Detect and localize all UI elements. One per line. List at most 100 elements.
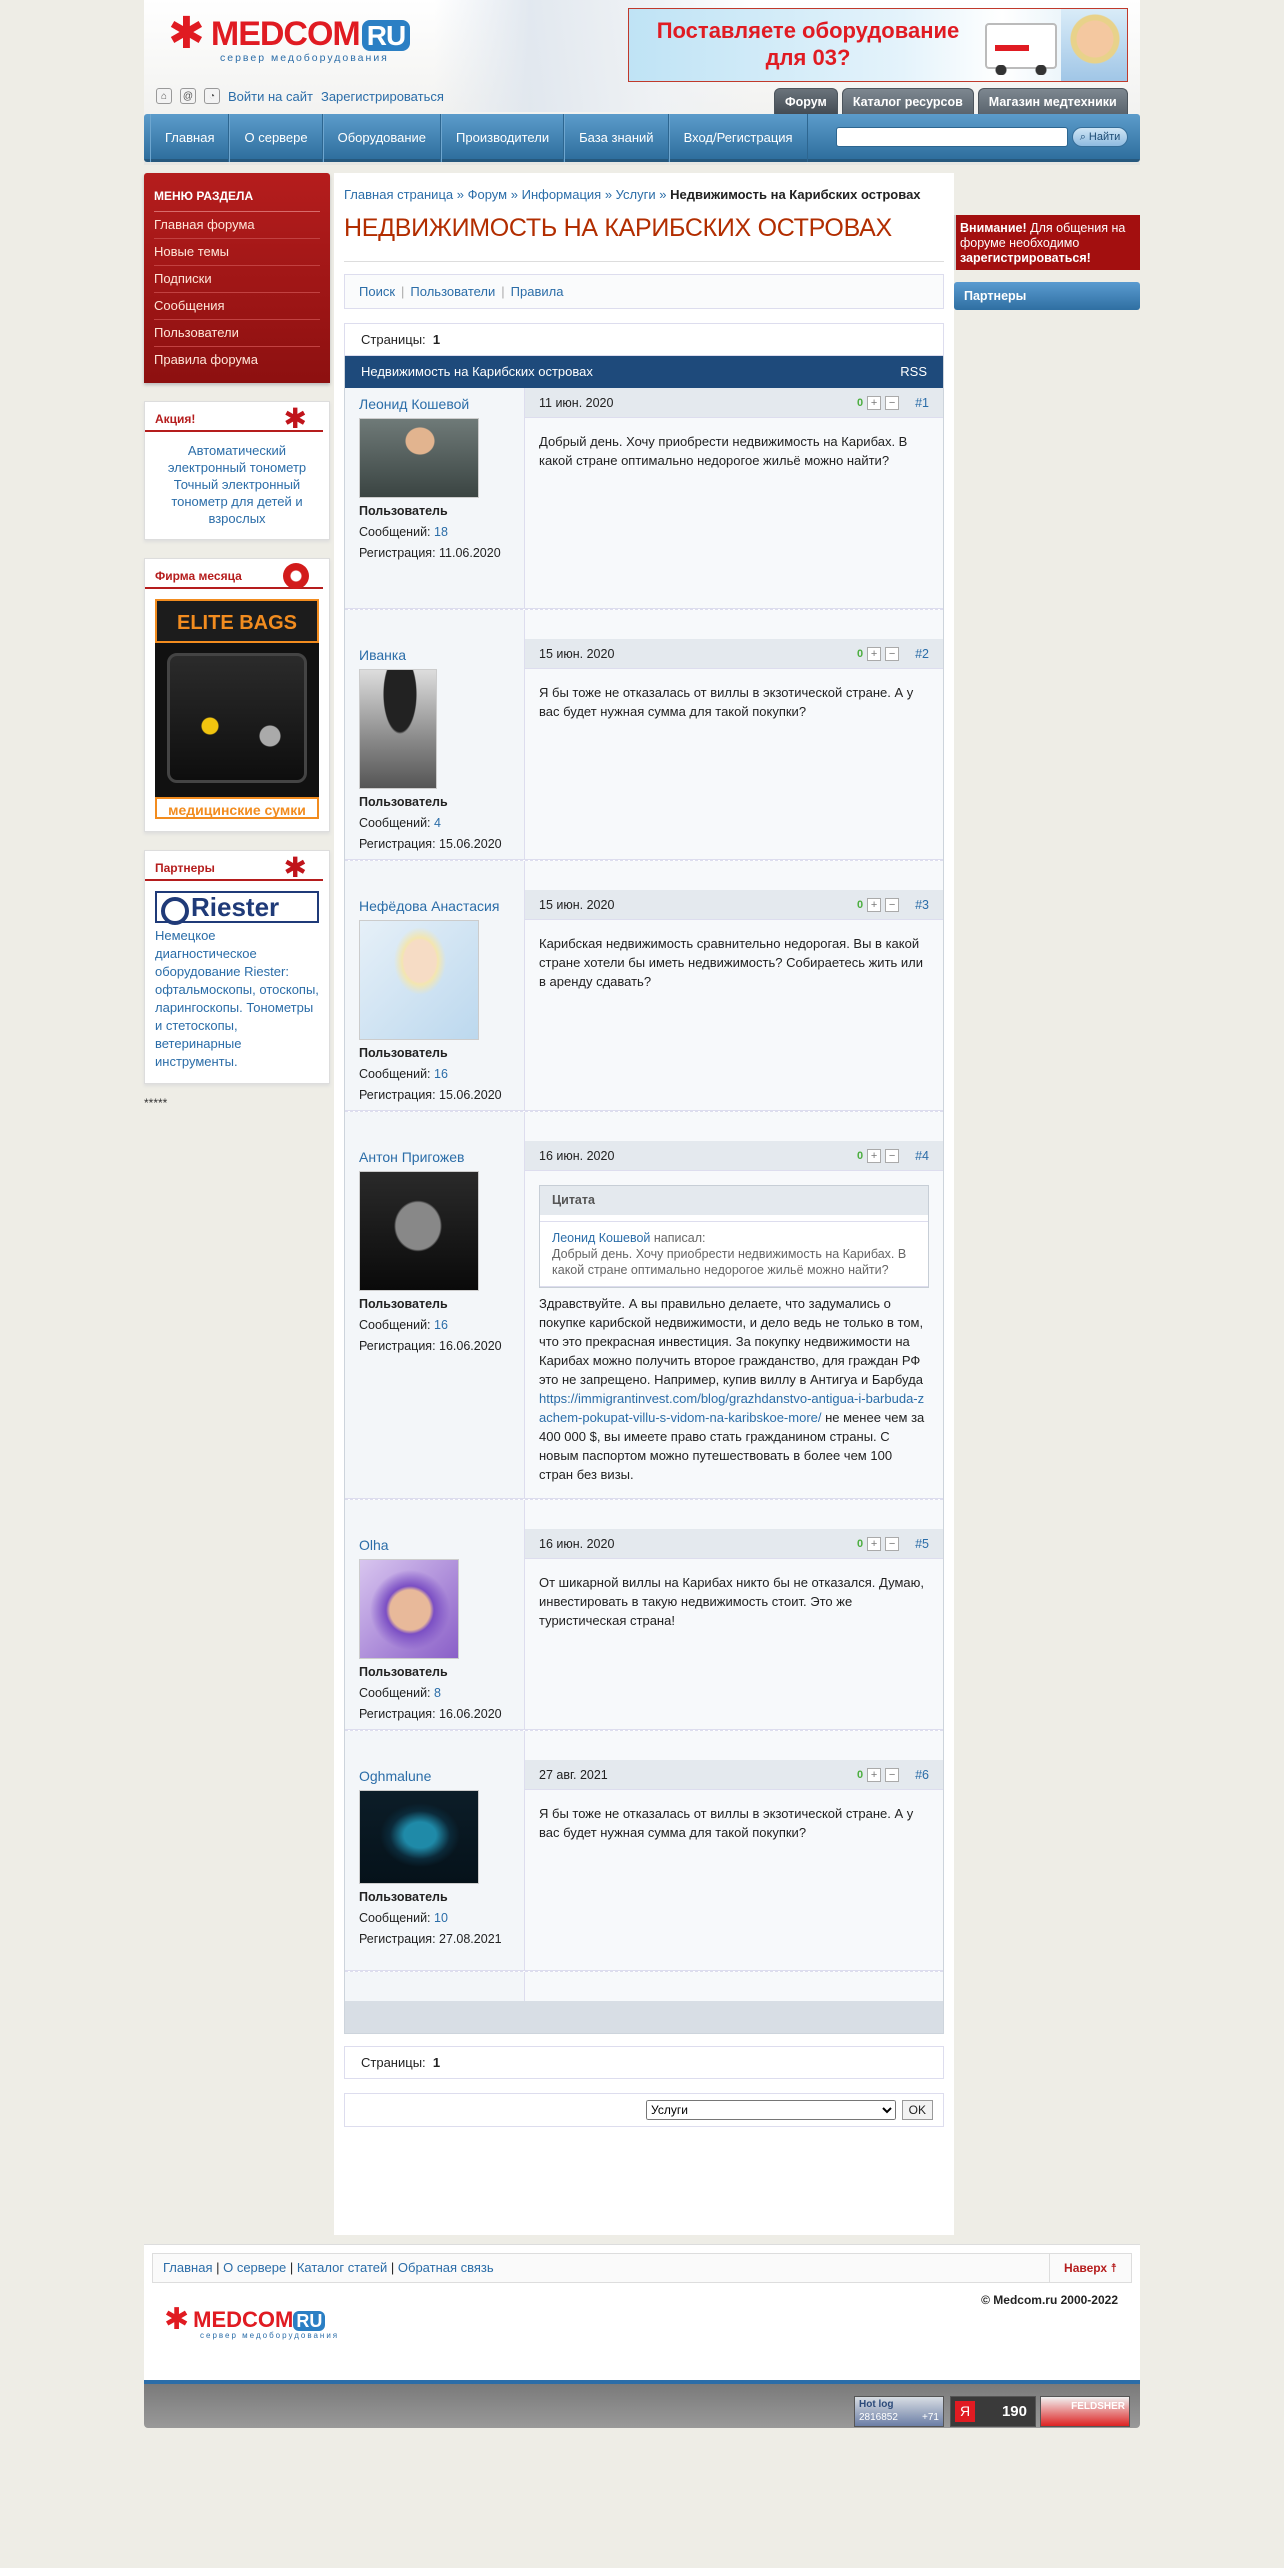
subnav-users[interactable]: Пользователи [410, 284, 495, 299]
header: ✱ MEDCOM RU сервер медоборудования ⌂ @ ◔ … [144, 0, 1140, 165]
partner-description[interactable]: Немецкое диагностическое оборудование Ri… [155, 927, 319, 1071]
login-link[interactable]: Войти на сайт [228, 89, 313, 104]
vote-up-button[interactable]: + [867, 1767, 882, 1782]
forum-select[interactable]: Услуги [646, 2100, 897, 2120]
hotlog-counter[interactable]: Hot log 2816852 +71 [854, 2396, 944, 2427]
crumb-separator: » [456, 187, 464, 202]
menu-item-new-topics[interactable]: Новые темы [154, 239, 320, 266]
crumb-forum[interactable]: Форум [468, 187, 508, 202]
quote-author-link[interactable]: Леонид Кошевой [552, 1231, 650, 1245]
home-icon[interactable]: ⌂ [156, 88, 172, 104]
jump-ok-button[interactable]: OK [901, 2100, 933, 2120]
author-name-link[interactable]: Леонид Кошевой [359, 396, 469, 412]
subnav-rules[interactable]: Правила [511, 284, 564, 299]
notice-register-link[interactable]: зарегистрироваться! [960, 251, 1091, 265]
post-number-link[interactable]: #6 [915, 1768, 929, 1782]
footer-link-catalog[interactable]: Каталог статей [297, 2260, 387, 2275]
avatar[interactable] [359, 418, 479, 498]
author-messages: Сообщений: 16 [359, 1318, 448, 1332]
footer-link-feedback[interactable]: Обратная связь [398, 2260, 494, 2275]
author-name-link[interactable]: Нефёдова Анастасия [359, 898, 499, 914]
nav-login[interactable]: Вход/Регистрация [668, 114, 808, 162]
footer-link-about[interactable]: О сервере [223, 2260, 286, 2275]
author-name-link[interactable]: Иванка [359, 647, 406, 663]
post-footer-left [345, 1112, 525, 1141]
vote-up-button[interactable]: + [867, 897, 882, 912]
menu-item-rules[interactable]: Правила форума [154, 347, 320, 373]
messages-count-link[interactable]: 8 [434, 1686, 441, 1700]
register-link[interactable]: Зарегистрироваться [321, 89, 444, 104]
post-number-link[interactable]: #5 [915, 1537, 929, 1551]
vote-down-button[interactable]: − [885, 1767, 900, 1782]
tab-shop[interactable]: Магазин медтехники [977, 88, 1128, 115]
post-number-link[interactable]: #2 [915, 647, 929, 661]
rss-icon[interactable]: ◔ [204, 88, 220, 104]
feldsher-counter[interactable]: FELDSHER [1040, 2396, 1130, 2427]
nav-home[interactable]: Главная [150, 114, 230, 162]
quote-title: Цитата [540, 1186, 928, 1215]
vote-down-button[interactable]: − [885, 395, 900, 410]
menu-item-subscriptions[interactable]: Подписки [154, 266, 320, 293]
avatar[interactable] [359, 1559, 459, 1659]
avatar[interactable] [359, 920, 479, 1040]
nav-about[interactable]: О сервере [229, 114, 323, 162]
messages-count-link[interactable]: 16 [434, 1067, 448, 1081]
messages-count-link[interactable]: 18 [434, 525, 448, 539]
menu-item-forum-home[interactable]: Главная форума [154, 212, 320, 239]
promo-product-link[interactable]: Автоматический электронный тонометр Точн… [155, 442, 319, 527]
author-registration: Регистрация: 16.06.2020 [359, 1339, 502, 1353]
vote-up-button[interactable]: + [867, 395, 882, 410]
nav-equipment[interactable]: Оборудование [322, 114, 442, 162]
thread-header: Недвижимость на Карибских островах RSS [345, 356, 943, 388]
firm-of-month-box: Фирма месяца ELITE BAGS медицинские сумк… [144, 558, 330, 832]
partners-box: Партнеры ✱ Riester Немецкое диагностическ… [144, 850, 330, 1084]
site-logo[interactable]: ✱ MEDCOM RU сервер медоборудования [168, 12, 411, 64]
tab-forum[interactable]: Форум [774, 88, 838, 115]
nav-manufacturers[interactable]: Производители [441, 114, 565, 162]
search-input[interactable] [836, 127, 1068, 147]
vote-down-button[interactable]: − [885, 1536, 900, 1551]
avatar[interactable] [359, 1171, 479, 1291]
page-number[interactable]: 1 [433, 332, 440, 347]
avatar[interactable] [359, 1790, 479, 1884]
vote-down-button[interactable]: − [885, 1148, 900, 1163]
vote-down-button[interactable]: − [885, 646, 900, 661]
messages-count-link[interactable]: 16 [434, 1318, 448, 1332]
author-messages: Сообщений: 16 [359, 1067, 448, 1081]
right-sidebar: Внимание! Для общения на форуме необходи… [954, 173, 1140, 2235]
page-number[interactable]: 1 [433, 2055, 440, 2070]
vote-up-button[interactable]: + [867, 1148, 882, 1163]
tab-resources[interactable]: Каталог ресурсов [841, 88, 974, 115]
search-button[interactable]: ⌕ Найти [1072, 127, 1128, 147]
crumb-services[interactable]: Услуги [616, 187, 656, 202]
nav-knowledge[interactable]: База знаний [564, 114, 669, 162]
post-number-link[interactable]: #3 [915, 898, 929, 912]
vote-down-button[interactable]: − [885, 897, 900, 912]
rss-link[interactable]: RSS [900, 356, 927, 388]
crumb-home[interactable]: Главная страница [344, 187, 453, 202]
mail-icon[interactable]: @ [180, 88, 196, 104]
back-to-top-button[interactable]: Наверх ☨ [1049, 2254, 1131, 2282]
footer-logo[interactable]: ✱ MEDCOM RU сервер медоборудования [164, 2305, 337, 2341]
subnav-search[interactable]: Поиск [359, 284, 395, 299]
crumb-info[interactable]: Информация [522, 187, 602, 202]
post-number-link[interactable]: #1 [915, 396, 929, 410]
yandex-counter[interactable]: Я 190 [950, 2396, 1036, 2427]
post-header: 11 июн. 2020 0 + − #1 [525, 388, 943, 418]
author-name-link[interactable]: Oghmalune [359, 1768, 431, 1784]
messages-count-link[interactable]: 10 [434, 1911, 448, 1925]
messages-count-link[interactable]: 4 [434, 816, 441, 830]
vote-up-button[interactable]: + [867, 646, 882, 661]
author-name-link[interactable]: Olha [359, 1537, 389, 1553]
vote-up-button[interactable]: + [867, 1536, 882, 1551]
avatar[interactable] [359, 669, 437, 789]
author-name-link[interactable]: Антон Пригожев [359, 1149, 464, 1165]
post-number-link[interactable]: #4 [915, 1149, 929, 1163]
footer-link-home[interactable]: Главная [163, 2260, 212, 2275]
elite-bags-banner[interactable]: ELITE BAGS медицинские сумки [155, 599, 319, 819]
menu-item-users[interactable]: Пользователи [154, 320, 320, 347]
forum-post: Oghmalune Пользователь Сообщений: 10 Регист… [345, 1760, 943, 1971]
riester-logo[interactable]: Riester [155, 891, 319, 925]
menu-item-messages[interactable]: Сообщения [154, 293, 320, 320]
ad-banner[interactable]: Поставляете оборудование для 03? [628, 8, 1128, 82]
